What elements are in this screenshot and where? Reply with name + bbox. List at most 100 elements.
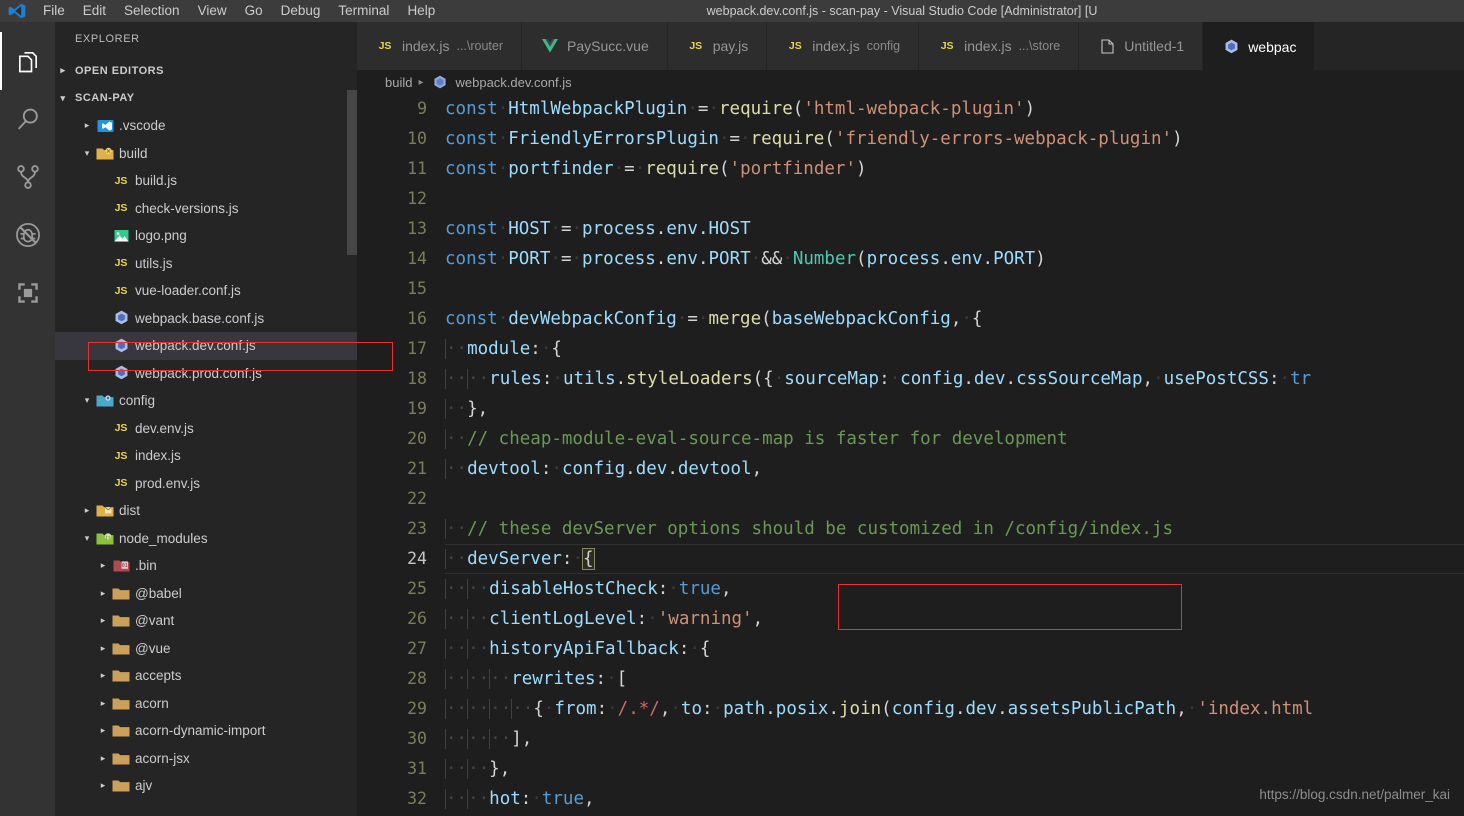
chevron-right-icon[interactable]: ▸	[95, 560, 111, 571]
menu-edit[interactable]: Edit	[74, 0, 115, 22]
menu-help[interactable]: Help	[398, 0, 444, 22]
breadcrumb-folder[interactable]: build	[385, 75, 412, 90]
tree-item-prod-env-js[interactable]: ▸JSprod.env.js	[55, 470, 357, 498]
tree-item-webpack-prod-conf-js[interactable]: ▸webpack.prod.conf.js	[55, 360, 357, 388]
tree-item-index-js[interactable]: ▸JSindex.js	[55, 442, 357, 470]
chevron-right-icon[interactable]: ▸	[95, 725, 111, 736]
tree-item-webpack-base-conf-js[interactable]: ▸webpack.base.conf.js	[55, 305, 357, 333]
code-line[interactable]: 19 ··},	[357, 394, 1464, 424]
token: =	[560, 249, 572, 269]
chevron-right-icon[interactable]: ▸	[95, 615, 111, 626]
code-line[interactable]: 28 ······rewrites:·[	[357, 664, 1464, 694]
chevron-right-icon[interactable]: ▸	[95, 753, 111, 764]
tree-item-dist[interactable]: ▸ dist	[55, 497, 357, 525]
token: =	[697, 99, 709, 119]
code-line[interactable]: 23 ··// these devServer options should be…	[357, 514, 1464, 544]
tree-item-utils-js[interactable]: ▸JSutils.js	[55, 250, 357, 278]
code-line[interactable]: 15	[357, 274, 1464, 304]
tree-item-dev-env-js[interactable]: ▸JSdev.env.js	[55, 415, 357, 443]
chevron-down-icon[interactable]: ▾	[79, 395, 95, 406]
source-control-icon[interactable]	[0, 148, 55, 206]
code-line[interactable]: 20 ··// cheap-module-eval-source-map is f…	[357, 424, 1464, 454]
editor-tab-webpac[interactable]: webpac	[1203, 22, 1316, 70]
token: :	[596, 699, 608, 719]
tree-item-acorn-jsx[interactable]: ▸ acorn-jsx	[55, 745, 357, 773]
chevron-right-icon[interactable]: ▸	[95, 780, 111, 791]
code-line[interactable]: 16 const·devWebpackConfig·=·merge(baseWeb…	[357, 304, 1464, 334]
menu-terminal[interactable]: Terminal	[329, 0, 398, 22]
code-line[interactable]: 26 ····clientLogLevel:·'warning',	[357, 604, 1464, 634]
code-line[interactable]: 21 ··devtool:·config.dev.devtool,	[357, 454, 1464, 484]
code-editor[interactable]: 9 const·HtmlWebpackPlugin·=·require('html…	[357, 94, 1464, 816]
tree-item-accepts[interactable]: ▸ accepts	[55, 662, 357, 690]
tree-item-vue[interactable]: ▸ @vue	[55, 635, 357, 663]
tree-item-vue-loader-conf-js[interactable]: ▸JSvue-loader.conf.js	[55, 277, 357, 305]
code-line[interactable]: 31 ····},	[357, 754, 1464, 784]
code-line[interactable]: 29 ········{·from:·/.*/,·to:·path.posix.j…	[357, 694, 1464, 724]
tree-item-bin[interactable]: ▸ 01 .bin	[55, 552, 357, 580]
tree-item-label: acorn-jsx	[135, 750, 190, 766]
editor-tab-bar[interactable]: JS index.js ...\router PaySucc.vue JS pay.js J…	[357, 22, 1464, 70]
tree-item-vscode[interactable]: ▸ .vscode	[55, 112, 357, 140]
code-line[interactable]: 17 ··module:·{	[357, 334, 1464, 364]
chevron-right-icon[interactable]: ▸	[79, 505, 95, 516]
tree-item-ajv[interactable]: ▸ ajv	[55, 772, 357, 800]
menu-bar[interactable]: File Edit Selection View Go Debug Termin…	[34, 0, 444, 22]
menu-go[interactable]: Go	[236, 0, 272, 22]
tree-item-babel[interactable]: ▸ @babel	[55, 580, 357, 608]
sidebar-section-open-editors[interactable]: ▸ OPEN EDITORS	[55, 57, 357, 85]
tree-item-node-modules[interactable]: ▾ js node_modules	[55, 525, 357, 553]
code-line[interactable]: 22	[357, 484, 1464, 514]
chevron-right-icon[interactable]: ▸	[95, 643, 111, 654]
line-number: 21	[407, 459, 427, 478]
menu-file[interactable]: File	[34, 0, 74, 22]
code-line[interactable]: 30 ······],	[357, 724, 1464, 754]
menu-debug[interactable]: Debug	[272, 0, 330, 22]
code-line[interactable]: 24 ··devServer:·{	[357, 544, 1464, 574]
tree-item-acorn-dynamic-import[interactable]: ▸ acorn-dynamic-import	[55, 717, 357, 745]
token: (	[719, 159, 730, 179]
tree-item-config[interactable]: ▾ config	[55, 387, 357, 415]
folder-icon	[111, 641, 131, 656]
code-line[interactable]: 27 ····historyApiFallback:·{	[357, 634, 1464, 664]
menu-selection[interactable]: Selection	[115, 0, 189, 22]
chevron-down-icon[interactable]: ▾	[79, 533, 95, 544]
chevron-right-icon[interactable]: ▸	[95, 698, 111, 709]
sidebar-scrollbar[interactable]	[347, 90, 357, 255]
editor-tab-index-js[interactable]: JS index.js ...\store	[919, 22, 1080, 70]
code-line[interactable]: 25 ····disableHostCheck:·true,	[357, 574, 1464, 604]
chevron-right-icon[interactable]: ▸	[95, 670, 111, 681]
chevron-down-icon[interactable]: ▾	[79, 148, 95, 159]
file-tree[interactable]: ▸ OPEN EDITORS ▾ SCAN-PAY ▸ .vscode ▾ build ▸ JS b…	[55, 57, 357, 800]
editor-tab-index-js[interactable]: JS index.js config	[767, 22, 920, 70]
tree-item-webpack-dev-conf-js[interactable]: ▸webpack.dev.conf.js	[55, 332, 357, 360]
chevron-right-icon[interactable]: ▸	[95, 588, 111, 599]
tree-item-vant[interactable]: ▸ @vant	[55, 607, 357, 635]
tree-item-logo-png[interactable]: ▸logo.png	[55, 222, 357, 250]
debug-icon[interactable]	[0, 206, 55, 264]
extensions-icon[interactable]	[0, 264, 55, 322]
code-line[interactable]: 32 ····hot:·true,	[357, 784, 1464, 814]
breadcrumb[interactable]: build ▸ webpack.dev.conf.js	[357, 70, 1464, 94]
code-line[interactable]: 9 const·HtmlWebpackPlugin·=·require('html…	[357, 94, 1464, 124]
menu-view[interactable]: View	[189, 0, 236, 22]
sidebar-section-scan-pay[interactable]: ▾ SCAN-PAY	[55, 85, 357, 113]
chevron-right-icon[interactable]: ▸	[79, 120, 95, 131]
code-line[interactable]: 14 const·PORT·=·process.env.PORT·&&·Numbe…	[357, 244, 1464, 274]
breadcrumb-file[interactable]: webpack.dev.conf.js	[456, 75, 572, 90]
search-icon[interactable]	[0, 90, 55, 148]
code-line[interactable]: 13 const·HOST·=·process.env.HOST	[357, 214, 1464, 244]
code-line[interactable]: 12	[357, 184, 1464, 214]
tree-item-acorn[interactable]: ▸ acorn	[55, 690, 357, 718]
tree-item-build-js[interactable]: ▸JSbuild.js	[55, 167, 357, 195]
code-line[interactable]: 18 ····rules:·utils.styleLoaders({·source…	[357, 364, 1464, 394]
code-line[interactable]: 10 const·FriendlyErrorsPlugin·=·require('…	[357, 124, 1464, 154]
editor-tab-untitled-1[interactable]: Untitled-1	[1079, 22, 1204, 70]
tree-item-check-versions-js[interactable]: ▸JScheck-versions.js	[55, 195, 357, 223]
tree-item-build[interactable]: ▾ build	[55, 140, 357, 168]
editor-tab-paysucc-vue[interactable]: PaySucc.vue	[522, 22, 668, 70]
editor-tab-pay-js[interactable]: JS pay.js	[667, 22, 768, 70]
code-line[interactable]: 11 const·portfinder·=·require('portfinder…	[357, 154, 1464, 184]
editor-tab-index-js[interactable]: JS index.js ...\router	[357, 22, 523, 70]
explorer-icon[interactable]	[0, 32, 55, 90]
